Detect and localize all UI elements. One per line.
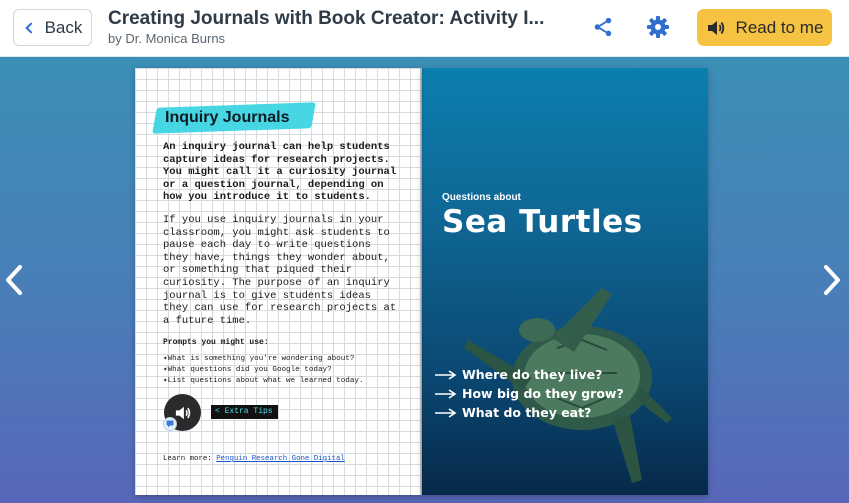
page-heading: Inquiry Journals xyxy=(165,109,290,126)
question-item: Where do they live? xyxy=(434,365,624,384)
chevron-left-icon xyxy=(6,265,22,295)
reader-stage: Questions about Sea Turtles Where do the… xyxy=(0,57,849,503)
back-button[interactable]: Back xyxy=(13,9,92,46)
right-page-title: Sea Turtles xyxy=(442,204,643,240)
learn-more-link[interactable]: Penguin Research Gone Digital xyxy=(216,455,345,463)
next-page-button[interactable] xyxy=(820,263,844,297)
prompts-list: What is something you're wondering about… xyxy=(163,354,364,387)
share-icon xyxy=(594,17,612,37)
question-item: What do they eat? xyxy=(434,403,624,422)
right-page-kicker: Questions about xyxy=(442,192,521,203)
arrow-right-icon xyxy=(435,407,457,418)
questions-list: Where do they live? How big do they grow… xyxy=(434,365,624,422)
comment-badge[interactable] xyxy=(163,417,177,431)
arrow-right-icon xyxy=(435,388,457,399)
list-item: List questions about what we learned tod… xyxy=(163,376,364,387)
question-text: Where do they live? xyxy=(462,367,603,382)
extra-tips-button[interactable]: < Extra Tips xyxy=(211,405,278,419)
gear-icon xyxy=(647,16,669,38)
list-item: What questions did you Google today? xyxy=(163,365,364,376)
speaker-icon xyxy=(707,20,724,35)
share-button[interactable] xyxy=(590,14,616,40)
chevron-left-icon xyxy=(24,21,37,34)
body-paragraph: If you use inquiry journals in your clas… xyxy=(163,214,397,327)
prompts-title: Prompts you might use: xyxy=(163,338,269,347)
read-to-me-label: Read to me xyxy=(735,17,824,37)
chevron-right-icon xyxy=(824,265,840,295)
question-text: How big do they grow? xyxy=(462,386,624,401)
settings-button[interactable] xyxy=(645,14,671,40)
back-label: Back xyxy=(44,17,83,37)
previous-page-button[interactable] xyxy=(2,263,26,297)
question-text: What do they eat? xyxy=(462,405,592,420)
learn-more-prefix: Learn more: xyxy=(163,455,217,463)
speaker-icon xyxy=(175,406,190,419)
read-to-me-button[interactable]: Read to me xyxy=(697,9,832,46)
arrow-right-icon xyxy=(435,369,457,380)
book-author: by Dr. Monica Burns xyxy=(108,31,226,46)
heading-block: Inquiry Journals xyxy=(152,102,316,134)
intro-paragraph: An inquiry journal can help students cap… xyxy=(163,141,397,204)
list-item: What is something you're wondering about… xyxy=(163,354,364,365)
right-page: Questions about Sea Turtles Where do the… xyxy=(422,68,708,495)
chat-icon xyxy=(166,420,174,428)
book-spine xyxy=(420,68,424,495)
app-header: Back Creating Journals with Book Creator… xyxy=(0,0,849,57)
learn-more-line: Learn more: Penguin Research Gone Digita… xyxy=(163,455,345,463)
question-item: How big do they grow? xyxy=(434,384,624,403)
book-title: Creating Journals with Book Creator: Act… xyxy=(108,8,545,29)
